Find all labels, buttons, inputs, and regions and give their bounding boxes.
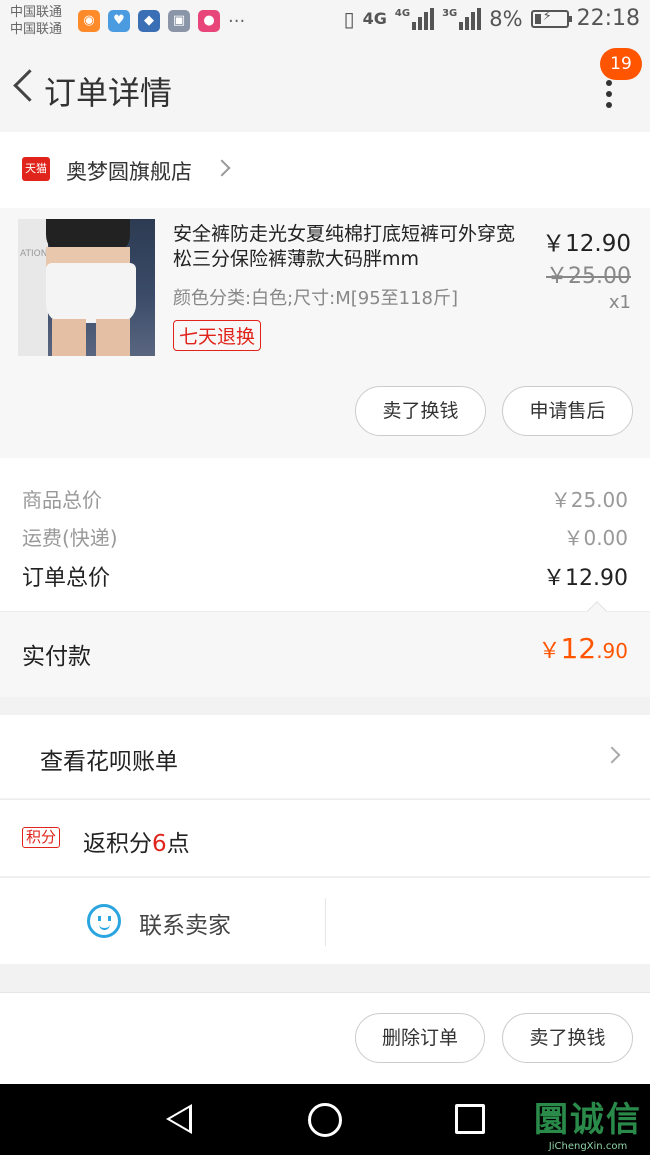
app-header: 订单详情 19 [0, 44, 650, 132]
order-total-value: ￥12.90 [543, 566, 628, 591]
huabei-bill-row[interactable]: 查看花呗账单 [0, 715, 650, 798]
shop-name: 奥梦圆旗舰店 [66, 160, 192, 184]
chevron-right-icon [603, 746, 621, 764]
contact-seller-button[interactable]: 联系卖家 [139, 906, 231, 940]
seller-chat-icon[interactable] [87, 904, 121, 938]
huabei-bill-label: 查看花呗账单 [40, 749, 178, 775]
after-sales-button[interactable]: 申请售后 [502, 386, 633, 436]
delete-order-button[interactable]: 删除订单 [355, 1013, 485, 1063]
points-tag: 积分 [22, 827, 61, 848]
more-menu-button[interactable] [606, 80, 614, 110]
watermark-logo-icon: 圜 [534, 1100, 570, 1140]
amount-paid-value: ￥12.90 [538, 632, 628, 665]
price-summary: 商品总价 ￥25.00 运费(快递) ￥0.00 订单总价 ￥12.90 [0, 458, 650, 611]
nav-home-icon[interactable] [308, 1103, 342, 1137]
product-quantity: x1 [608, 292, 631, 313]
status-bar: 中国联通 中国联通 ◉ ♥ ◆ ▣ ● ··· ▯ 4G 4G 3G 8% ⚡ … [0, 0, 650, 44]
tmall-badge-icon: 天猫 [22, 157, 50, 181]
order-total-label: 订单总价 [22, 566, 111, 591]
taobao-app-icon: ◆ [138, 10, 160, 32]
shipping-value: ￥0.00 [563, 526, 628, 550]
health-app-icon: ♥ [108, 10, 130, 32]
back-button[interactable] [8, 66, 38, 106]
more-notifications-icon: ··· [228, 10, 246, 32]
product-name: 安全裤防走光女夏纯棉打底短裤可外穿宽松三分保险裤薄款大码胖mm [173, 223, 516, 270]
divider [325, 898, 326, 946]
return-policy-tag: 七天退换 [173, 320, 262, 351]
points-text: 返积分6点 [83, 831, 190, 857]
goods-total-label: 商品总价 [22, 488, 102, 512]
product-image[interactable]: ATION [18, 219, 155, 356]
goods-total-value: ￥25.00 [550, 488, 628, 512]
contact-row: 联系卖家 [0, 877, 650, 964]
watermark-title: 诚信 [570, 1100, 642, 1140]
resell-button[interactable]: 卖了换钱 [355, 386, 486, 436]
clock: 22:18 [576, 6, 640, 31]
carrier-2: 中国联通 [10, 22, 63, 37]
vibrate-icon: ▯ [343, 6, 355, 31]
product-original-price: ￥25.00 [546, 264, 631, 289]
shipping-label: 运费(快递) [22, 526, 118, 550]
chat-app-icon: ● [198, 10, 220, 32]
amount-paid-label: 实付款 [22, 644, 91, 670]
product-price: ￥12.90 [542, 231, 631, 257]
points-count: 6 [152, 831, 167, 857]
gallery-app-icon: ▣ [168, 10, 190, 32]
page-title: 订单详情 [44, 74, 173, 112]
chevron-right-icon [213, 159, 231, 177]
watermark-subtitle: JiChengXin.com [548, 1141, 628, 1152]
carrier-1: 中国联通 [10, 5, 63, 20]
signal-icon-4g: 4G [395, 7, 435, 30]
network-4g-label: 4G [362, 9, 387, 28]
carrier-labels: 中国联通 中国联通 [10, 4, 62, 38]
product-card[interactable]: ATION 安全裤防走光女夏纯棉打底短裤可外穿宽松三分保险裤薄款大码胖mm 颜色… [0, 208, 650, 458]
product-spec: 颜色分类:白色;尺寸:M[95至118斤] [173, 288, 459, 309]
resell-button-bottom[interactable]: 卖了换钱 [502, 1013, 633, 1063]
amount-paid-row: 实付款 ￥12.90 [0, 601, 650, 697]
message-count-badge: 19 [600, 48, 642, 80]
battery-percent: 8% [489, 6, 523, 31]
shop-row[interactable]: 天猫 奥梦圆旗舰店 [0, 132, 650, 208]
battery-icon: ⚡ [530, 9, 572, 28]
notification-icons: ◉ ♥ ◆ ▣ ● ··· [78, 10, 245, 32]
points-row: 积分 返积分6点 [0, 799, 650, 876]
status-indicators: ▯ 4G 4G 3G 8% ⚡ 22:18 [344, 6, 640, 31]
bottom-action-bar: 删除订单 卖了换钱 [0, 992, 650, 1084]
app-notification-icon: ◉ [78, 10, 100, 32]
signal-icon-3g: 3G [442, 7, 482, 30]
watermark: 圜诚信 JiChengXin.com [534, 1092, 642, 1152]
nav-recent-apps-icon[interactable] [455, 1104, 485, 1134]
